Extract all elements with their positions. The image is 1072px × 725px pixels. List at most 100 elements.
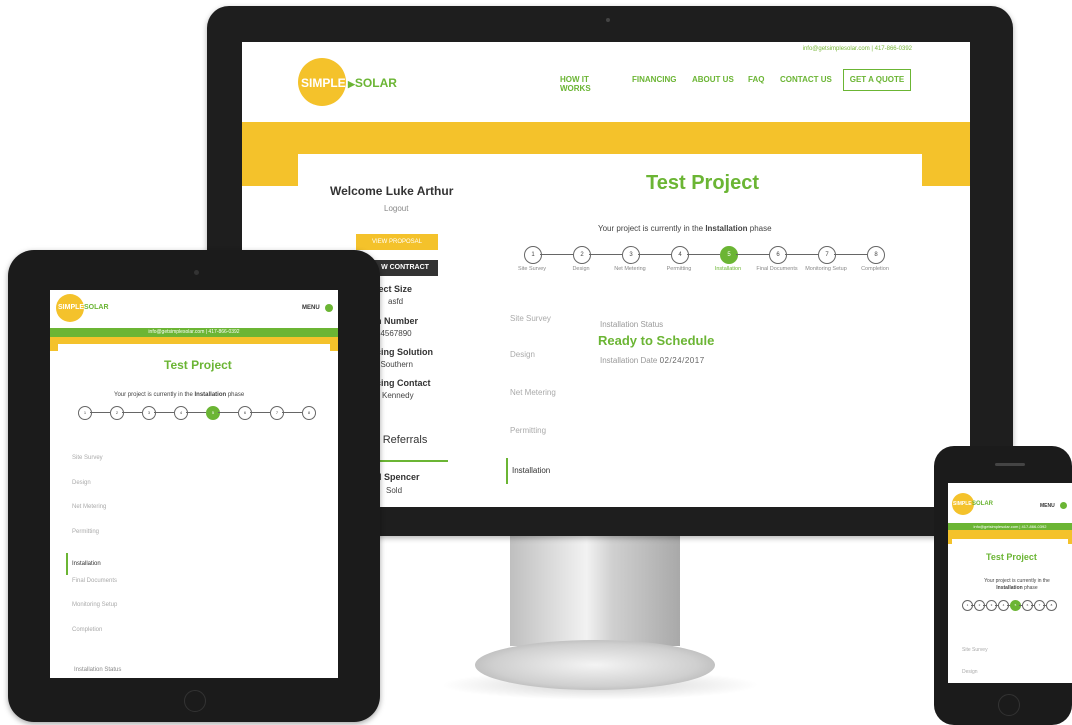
menu-icon[interactable] xyxy=(1060,502,1067,509)
step-circle[interactable]: 7 xyxy=(1034,600,1045,611)
status-tabs: Site Survey Design Net Metering Permitting I… xyxy=(66,455,188,678)
step-circle[interactable]: 2 xyxy=(974,600,985,611)
tab-permitting[interactable]: Permitting xyxy=(510,426,546,435)
info-value: t Southern xyxy=(376,360,413,369)
step-circle[interactable]: 7 xyxy=(818,246,836,264)
step-circle[interactable]: 2 xyxy=(110,406,124,420)
step-circle[interactable]: 6 xyxy=(238,406,252,420)
contact-bar[interactable]: info@getsimplesolar.com | 417-866-0392 xyxy=(50,328,338,337)
tab-final-documents[interactable]: Final Documents xyxy=(72,578,117,584)
step-circle[interactable]: 5 xyxy=(206,406,220,420)
view-proposal-button[interactable]: VIEW PROPOSAL xyxy=(356,234,438,250)
menu-icon[interactable] xyxy=(325,304,333,312)
step-connector xyxy=(834,254,867,255)
referrals-heading: r Referrals xyxy=(376,434,428,446)
step-connector xyxy=(736,254,769,255)
step-label: Permitting xyxy=(666,266,692,272)
info-label: ject Size xyxy=(376,284,413,294)
step-circle[interactable]: 1 xyxy=(524,246,542,264)
camera-dot xyxy=(606,18,610,22)
step-circle[interactable]: 7 xyxy=(270,406,284,420)
step-circle[interactable]: 8 xyxy=(302,406,316,420)
status-label: Installation Status xyxy=(600,320,664,329)
nav-contact-us[interactable]: CONTACT US xyxy=(780,75,832,84)
step-circle[interactable]: 5 xyxy=(720,246,738,264)
tablet-camera xyxy=(194,270,199,275)
nav-about-us[interactable]: ABOUT US xyxy=(692,75,738,84)
tablet-home-button[interactable] xyxy=(184,690,206,712)
step-circle[interactable]: 8 xyxy=(867,246,885,264)
phase-line: Your project is currently in the Install… xyxy=(114,392,245,398)
get-a-quote-button[interactable]: GET A QUOTE xyxy=(843,69,911,91)
status-value: Ready to Schedule xyxy=(598,333,715,348)
step-connector xyxy=(154,412,174,413)
info-label: cing Contact xyxy=(376,378,431,388)
tab-monitoring-setup[interactable]: Monitoring Setup xyxy=(72,602,117,608)
info-value: 34567890 xyxy=(376,329,412,338)
step-circle[interactable]: 4 xyxy=(174,406,188,420)
step-circle[interactable]: 4 xyxy=(671,246,689,264)
step-circle[interactable]: 1 xyxy=(962,600,973,611)
view-contract-button[interactable]: W CONTRACT xyxy=(372,260,438,276)
progress-steps: 12345678 xyxy=(962,600,1072,612)
tab-design[interactable]: Design xyxy=(510,350,535,359)
tab-installation[interactable]: Installation xyxy=(66,553,101,575)
project-title: Test Project xyxy=(646,172,759,194)
step-connector xyxy=(282,412,302,413)
step-label: Design xyxy=(572,266,590,272)
step-circle[interactable]: 1 xyxy=(78,406,92,420)
step-circle[interactable]: 8 xyxy=(1046,600,1057,611)
tab-site-survey[interactable]: Site Survey xyxy=(72,455,103,461)
nav-how-it-works[interactable]: HOW IT WORKS xyxy=(560,75,620,93)
logout-link[interactable]: Logout xyxy=(384,204,408,213)
tab-completion[interactable]: Completion xyxy=(72,627,102,633)
nav-financing[interactable]: FINANCING xyxy=(632,75,682,84)
tab-permitting[interactable]: Permitting xyxy=(72,529,99,535)
tab-site-survey[interactable]: Site Survey xyxy=(510,314,551,323)
step-connector xyxy=(785,254,818,255)
info-value: asfd xyxy=(388,297,404,306)
step-circle[interactable]: 5 xyxy=(1010,600,1021,611)
step-circle[interactable]: 3 xyxy=(142,406,156,420)
tab-net-metering[interactable]: Net Metering xyxy=(510,388,556,397)
phase-line: Your project is currently in the Install… xyxy=(598,224,772,233)
step-connector xyxy=(687,254,720,255)
step-connector xyxy=(540,254,573,255)
step-circle[interactable]: 6 xyxy=(1022,600,1033,611)
welcome-heading: Welcome Luke Arthur xyxy=(330,184,454,198)
phone-home-button[interactable] xyxy=(998,694,1020,716)
step-circle[interactable]: 3 xyxy=(622,246,640,264)
step-connector xyxy=(638,254,671,255)
menu-label[interactable]: MENU xyxy=(1040,503,1055,509)
info-label: n Number xyxy=(376,316,419,326)
referrals-divider xyxy=(372,460,448,462)
referral-status: Sold xyxy=(386,486,403,495)
logo-simple-text: SIMPLE xyxy=(58,304,85,311)
tab-installation[interactable]: Installation xyxy=(506,458,550,484)
step-circle[interactable]: 4 xyxy=(998,600,1009,611)
tab-design[interactable]: Design xyxy=(72,480,91,486)
step-label: Monitoring Setup xyxy=(805,266,847,272)
project-title: Test Project xyxy=(986,552,1037,562)
step-connector xyxy=(218,412,238,413)
step-label: Site Survey xyxy=(517,266,547,272)
step-label: Net Metering xyxy=(614,266,646,272)
step-circle[interactable]: 3 xyxy=(986,600,997,611)
step-connector xyxy=(122,412,142,413)
status-tabs: Site Survey Design Net Metering Permitti… xyxy=(506,308,568,488)
contact-line[interactable]: info@getsimplesolar.com | 417-866-0392 xyxy=(803,46,912,52)
nav-faq[interactable]: FAQ xyxy=(748,75,768,84)
logo-solar-text: SOLAR xyxy=(972,501,993,507)
tab-design[interactable]: Design xyxy=(962,669,978,675)
contact-bar[interactable]: info@getsimplesolar.com | 417-866-0392 xyxy=(948,523,1072,530)
phone-screen: SIMPLE SOLAR MENU info@getsimplesolar.co… xyxy=(948,483,1072,683)
step-label: Installation xyxy=(714,266,742,272)
menu-label[interactable]: MENU xyxy=(302,305,320,311)
monitor-stand-base xyxy=(475,640,715,690)
step-label: Final Documents xyxy=(756,266,798,272)
tab-site-survey[interactable]: Site Survey xyxy=(962,647,988,653)
step-circle[interactable]: 6 xyxy=(769,246,787,264)
logo-simple-text: SIMPLE xyxy=(301,76,346,90)
tab-net-metering[interactable]: Net Metering xyxy=(72,504,106,510)
step-circle[interactable]: 2 xyxy=(573,246,591,264)
